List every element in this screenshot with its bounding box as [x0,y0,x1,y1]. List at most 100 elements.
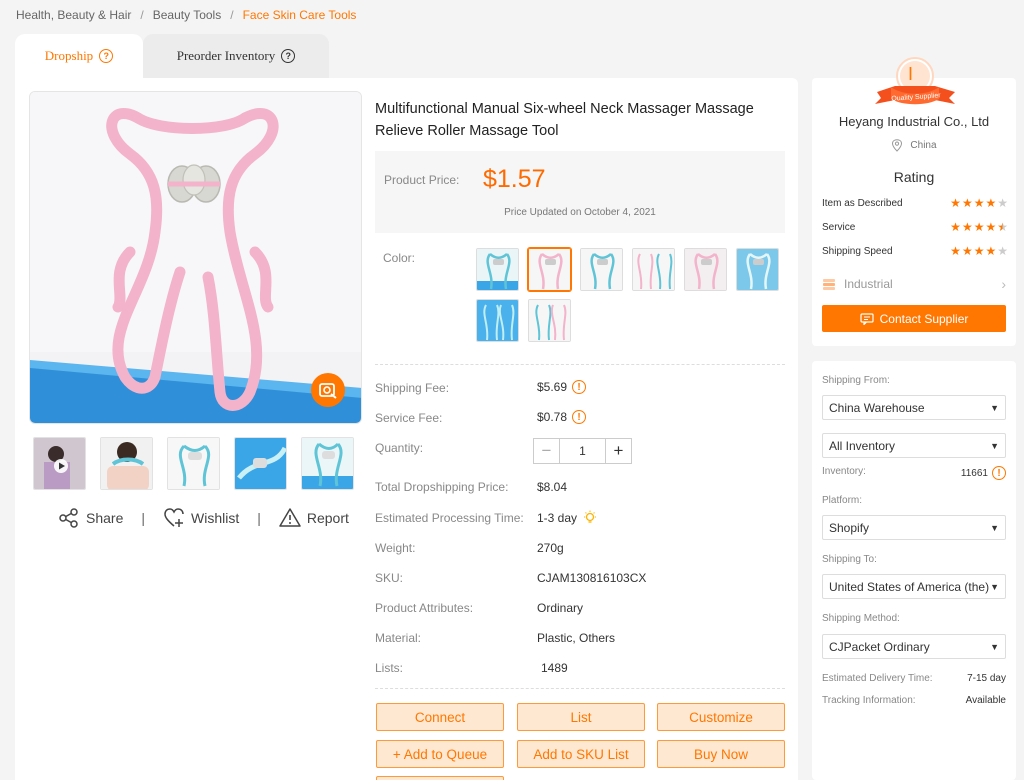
image-search-button[interactable] [311,373,345,407]
buy-now-button[interactable]: Buy Now [657,740,785,768]
divider [375,688,785,689]
color-swatch[interactable] [736,248,779,291]
thumbnail[interactable] [167,437,220,490]
shipping-to-value: United States of America (the) [829,579,990,594]
color-swatch[interactable] [580,248,623,291]
product-main-image[interactable] [29,91,362,424]
color-label: Color: [383,251,416,265]
info-icon[interactable]: ! [572,410,587,424]
chevron-down-icon: ▼ [990,440,999,451]
inventory-select[interactable]: All Inventory ▼ [822,433,1006,458]
quantity-input[interactable] [560,439,605,463]
info-icon[interactable]: ! [992,466,1006,480]
breadcrumb-current[interactable]: Face Skin Care Tools [243,8,357,22]
quantity-increase-button[interactable]: + [605,439,631,463]
attributes-value: Ordinary [537,601,584,615]
color-swatch[interactable] [632,248,675,291]
breadcrumb-item[interactable]: Health, Beauty & Hair [16,8,131,22]
image-search-icon [319,383,337,399]
tracking-row: Tracking Information: Available [822,695,1006,706]
shipping-to-label: Shipping To: [822,554,877,565]
industry-link[interactable]: Industrial › [822,276,1006,292]
wishlist-label: Wishlist [191,510,240,526]
tab-dropship[interactable]: Dropship ? [15,34,143,78]
sku-value: CJAM130816103CX [537,571,647,585]
country-label: China [910,140,937,151]
connect-button[interactable]: Connect [376,703,504,731]
shipping-to-select[interactable]: United States of America (the) ▼ [822,574,1006,599]
report-button[interactable]: Report [279,507,349,529]
share-icon [59,508,78,528]
lightbulb-icon [584,510,597,523]
list-button[interactable]: List [517,703,645,731]
add-to-queue-button[interactable]: + Add to Queue [376,740,504,768]
share-button[interactable]: Share [58,507,123,529]
delivery-time-label: Estimated Delivery Time: [822,673,933,684]
platform-value: Shopify [829,520,870,535]
star-icon: ★ [973,220,985,234]
rating-title: Rating [893,169,935,185]
attributes-label: Product Attributes: [375,601,474,615]
thumbnail[interactable] [100,437,153,490]
quantity-label: Quantity: [375,441,424,455]
color-swatch-selected[interactable] [528,248,571,291]
chevron-down-icon: ▼ [990,581,999,592]
shipping-method-select[interactable]: CJPacket Ordinary ▼ [822,634,1006,659]
shipping-from-value: China Warehouse [829,400,925,415]
supplier-name[interactable]: Heyang Industrial Co., Ltd [812,114,1016,129]
quantity-decrease-button[interactable]: − [534,439,560,463]
add-to-sku-list-button[interactable]: Add to SKU List [517,740,645,768]
thumbnail-video[interactable] [33,437,86,490]
star-icon: ★ [985,220,997,234]
tab-preorder-inventory[interactable]: Preorder Inventory ? [143,34,329,78]
contact-supplier-label: Contact Supplier [879,311,969,326]
supplier-country: China [812,139,1016,152]
service-fee-value: $0.78! [537,410,587,424]
share-label: Share [86,510,124,526]
shipping-fee-label: Shipping Fee: [375,381,450,395]
color-swatch[interactable] [528,299,571,342]
thumbnail[interactable] [234,437,287,490]
price-updated: Price Updated on October 4, 2021 [504,207,656,218]
shipping-method-value: CJPacket Ordinary [829,639,930,654]
thumbnail-strip [33,437,354,490]
shipping-from-select[interactable]: China Warehouse ▼ [822,395,1006,420]
chat-icon [860,312,874,325]
color-swatch[interactable] [684,248,727,291]
price-label: Product Price: [384,173,460,187]
industry-label-wrap: Industrial [822,277,893,291]
divider: | [141,510,145,526]
info-icon[interactable]: ! [572,380,587,394]
breadcrumb-item[interactable]: Beauty Tools [153,8,222,22]
color-swatch[interactable] [476,299,519,342]
total-price-value: $8.04 [537,480,568,494]
wishlist-button[interactable]: Wishlist [163,507,239,529]
shipping-card [812,361,1016,780]
processing-time-text: 1-3 day [537,511,578,525]
chevron-right-icon: › [1001,276,1006,292]
supplier-initial: I [908,64,914,84]
more-button[interactable] [376,776,504,780]
help-icon[interactable]: ? [99,49,114,63]
star-rating: ★ ★ ★ ★ ★ [950,244,1008,258]
tab-label: Dropship [44,48,94,63]
star-empty-icon: ★ [997,244,1008,258]
thumbnail[interactable] [301,437,354,490]
customize-button[interactable]: Customize [657,703,785,731]
platform-select[interactable]: Shopify ▼ [822,515,1006,540]
color-swatch[interactable] [476,248,519,291]
processing-time-label: Estimated Processing Time: [375,511,524,525]
industry-label: Industrial [844,277,893,291]
processing-time-value: 1-3 day [537,510,598,526]
help-icon[interactable]: ? [281,49,296,63]
contact-supplier-button[interactable]: Contact Supplier [822,305,1006,332]
rating-label: Shipping Speed [822,245,893,257]
rating-item-as-described: Item as Described ★ ★ ★ ★ ★ [822,196,1008,210]
weight-value: 270g [537,541,564,555]
divider [375,364,785,365]
inventory-row: Inventory: 11661! [822,466,1006,480]
product-price: $1.57 [483,165,546,193]
industry-icon [823,278,835,290]
shipping-fee-value: $5.69! [537,380,587,394]
shipping-fee-amount: $5.69 [537,380,568,394]
